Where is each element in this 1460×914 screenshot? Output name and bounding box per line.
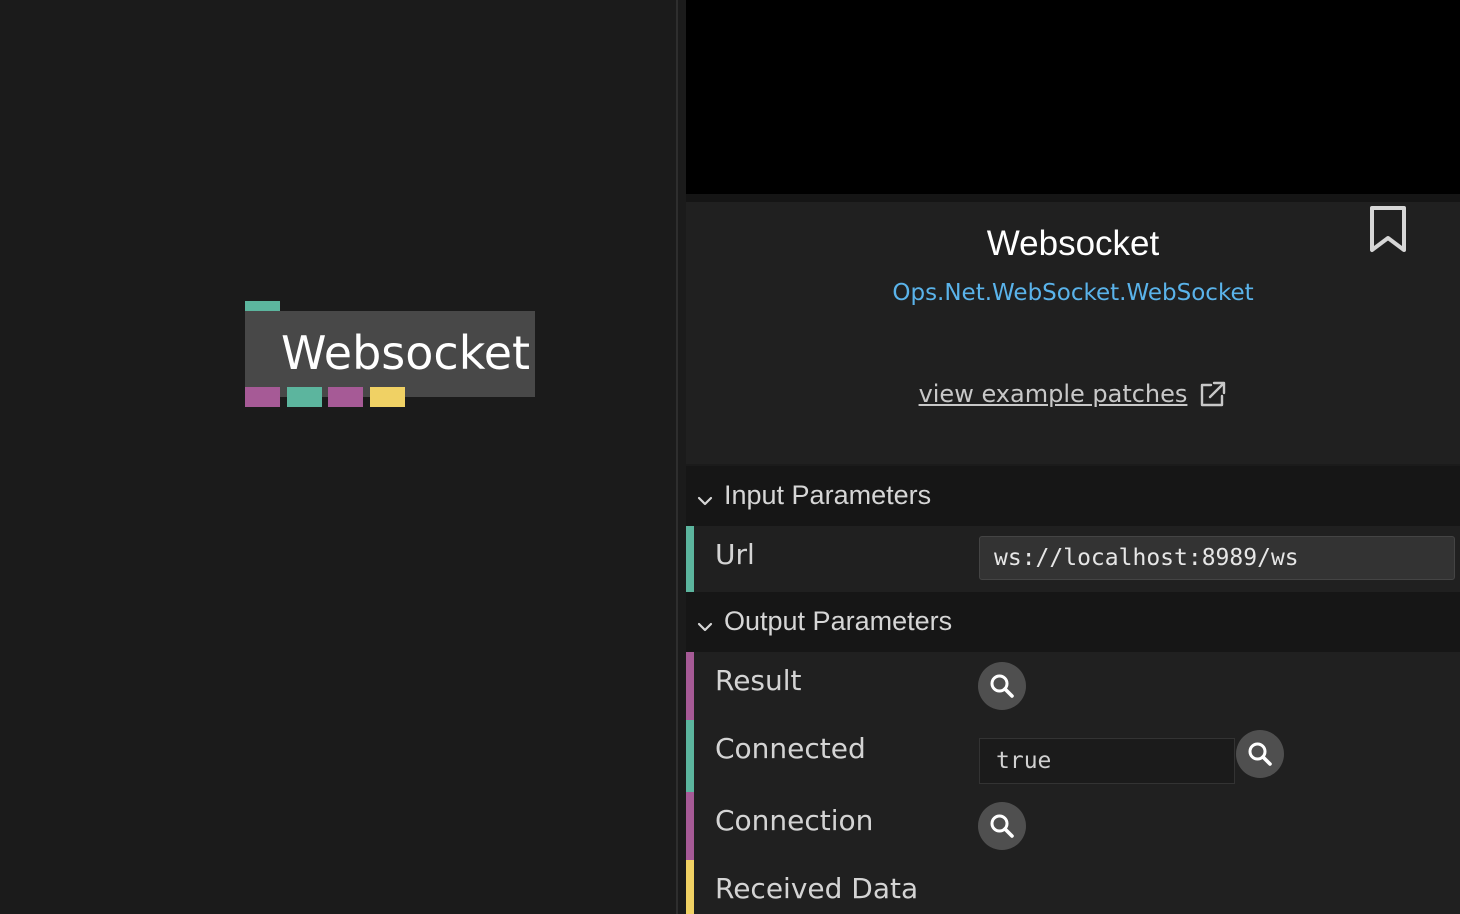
param-name-result: Result xyxy=(715,664,802,697)
param-type-bar xyxy=(686,652,694,720)
param-type-bar xyxy=(686,526,694,592)
url-input[interactable]: ws://localhost:8989/ws xyxy=(979,536,1455,580)
bookmark-icon[interactable] xyxy=(1368,206,1408,254)
external-link-icon xyxy=(1197,380,1227,410)
output-parameters-header[interactable]: Output Parameters xyxy=(686,592,1460,652)
param-type-bar xyxy=(686,792,694,860)
inspect-connected-button[interactable] xyxy=(1236,730,1284,778)
inspect-connection-button[interactable] xyxy=(978,802,1026,850)
param-name-received-data: Received Data xyxy=(715,872,919,905)
param-row-received-data: Received Data xyxy=(686,860,1460,914)
search-icon xyxy=(990,674,1014,698)
param-row-connection: Connection xyxy=(686,792,1460,860)
param-type-bar xyxy=(686,860,694,914)
param-row-connected: Connected true xyxy=(686,720,1460,792)
op-output-port-result[interactable] xyxy=(245,387,280,407)
param-name-connected: Connected xyxy=(715,732,866,765)
param-row-url: Url ws://localhost:8989/ws xyxy=(686,526,1460,592)
input-parameters-label: Input Parameters xyxy=(724,480,932,510)
input-parameters-header[interactable]: Input Parameters xyxy=(686,466,1460,526)
param-name-url: Url xyxy=(715,538,755,571)
view-example-patches-link[interactable]: view example patches xyxy=(686,380,1460,410)
op-node-title: Websocket xyxy=(281,326,531,380)
inspect-result-button[interactable] xyxy=(978,662,1026,710)
chevron-down-icon xyxy=(696,612,714,632)
op-output-port-connected[interactable] xyxy=(287,387,322,407)
search-icon xyxy=(990,814,1014,838)
param-type-bar xyxy=(686,720,694,792)
param-name-connection: Connection xyxy=(715,804,874,837)
panel-gutter xyxy=(678,0,686,914)
op-title: Websocket xyxy=(986,224,1160,263)
output-parameters-label: Output Parameters xyxy=(724,606,953,636)
chevron-down-icon xyxy=(696,486,714,506)
search-icon xyxy=(1248,742,1272,766)
op-output-port-received-data[interactable] xyxy=(370,387,405,407)
op-node-websocket[interactable]: Websocket xyxy=(245,311,535,397)
preview-canvas xyxy=(686,0,1460,194)
patch-canvas[interactable]: Websocket xyxy=(0,0,676,914)
view-example-patches-label: view example patches xyxy=(918,380,1188,408)
op-output-port-connection[interactable] xyxy=(328,387,363,407)
op-info-panel: Websocket Ops.Net.WebSocket.WebSocket vi… xyxy=(686,202,1460,464)
op-namespace-link[interactable]: Ops.Net.WebSocket.WebSocket xyxy=(686,280,1460,306)
connected-value: true xyxy=(979,738,1235,784)
preview-separator xyxy=(686,194,1460,202)
param-row-result: Result xyxy=(686,652,1460,720)
